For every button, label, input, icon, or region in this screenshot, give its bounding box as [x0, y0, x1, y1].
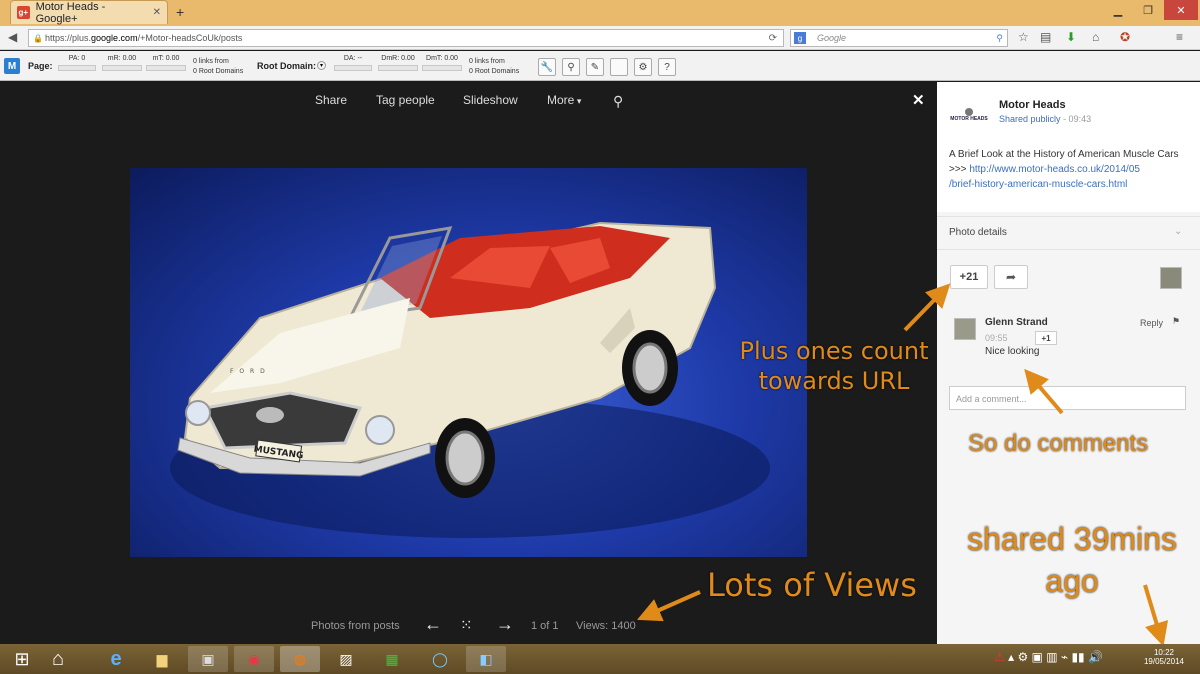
firefox-icon[interactable]: ◍	[280, 646, 320, 672]
clock-date: 19/05/2014	[1143, 657, 1185, 666]
chrome-icon[interactable]: ◉	[234, 646, 274, 672]
taskbar-home-icon[interactable]: ⌂	[38, 646, 78, 672]
comments-arrow	[1024, 368, 1064, 415]
store-icon[interactable]: ▦	[372, 646, 412, 672]
chat-app-icon[interactable]: ◯	[420, 646, 460, 672]
clock-time: 10:22	[1153, 648, 1175, 657]
editor-app-icon[interactable]: ▨	[326, 646, 366, 672]
comments-annotation: So do comments	[968, 430, 1149, 457]
views-arrow	[637, 590, 701, 622]
internet-explorer-icon[interactable]: e	[96, 646, 136, 672]
alert-icon: ⚠	[994, 650, 1005, 664]
file-explorer-icon[interactable]: ▆	[142, 646, 182, 672]
taskbar-clock[interactable]: 10:22 19/05/2014	[1134, 648, 1194, 666]
notes-app-icon[interactable]: ◧	[466, 646, 506, 672]
plus-ones-annotation: Plus ones count towards URL	[739, 337, 929, 395]
shared-annotation: shared 39mins ago	[967, 521, 1177, 599]
views-annotation: Lots of Views	[707, 566, 917, 604]
system-tray[interactable]: ⚠ ▴ ⚙ ▣ ▥ ⌁ ▮▮ 🔊	[994, 650, 1103, 664]
windows-start-icon[interactable]: ⊞	[2, 646, 42, 672]
plus-ones-arrow	[903, 283, 951, 332]
photos-app-icon[interactable]: ▣	[188, 646, 228, 672]
